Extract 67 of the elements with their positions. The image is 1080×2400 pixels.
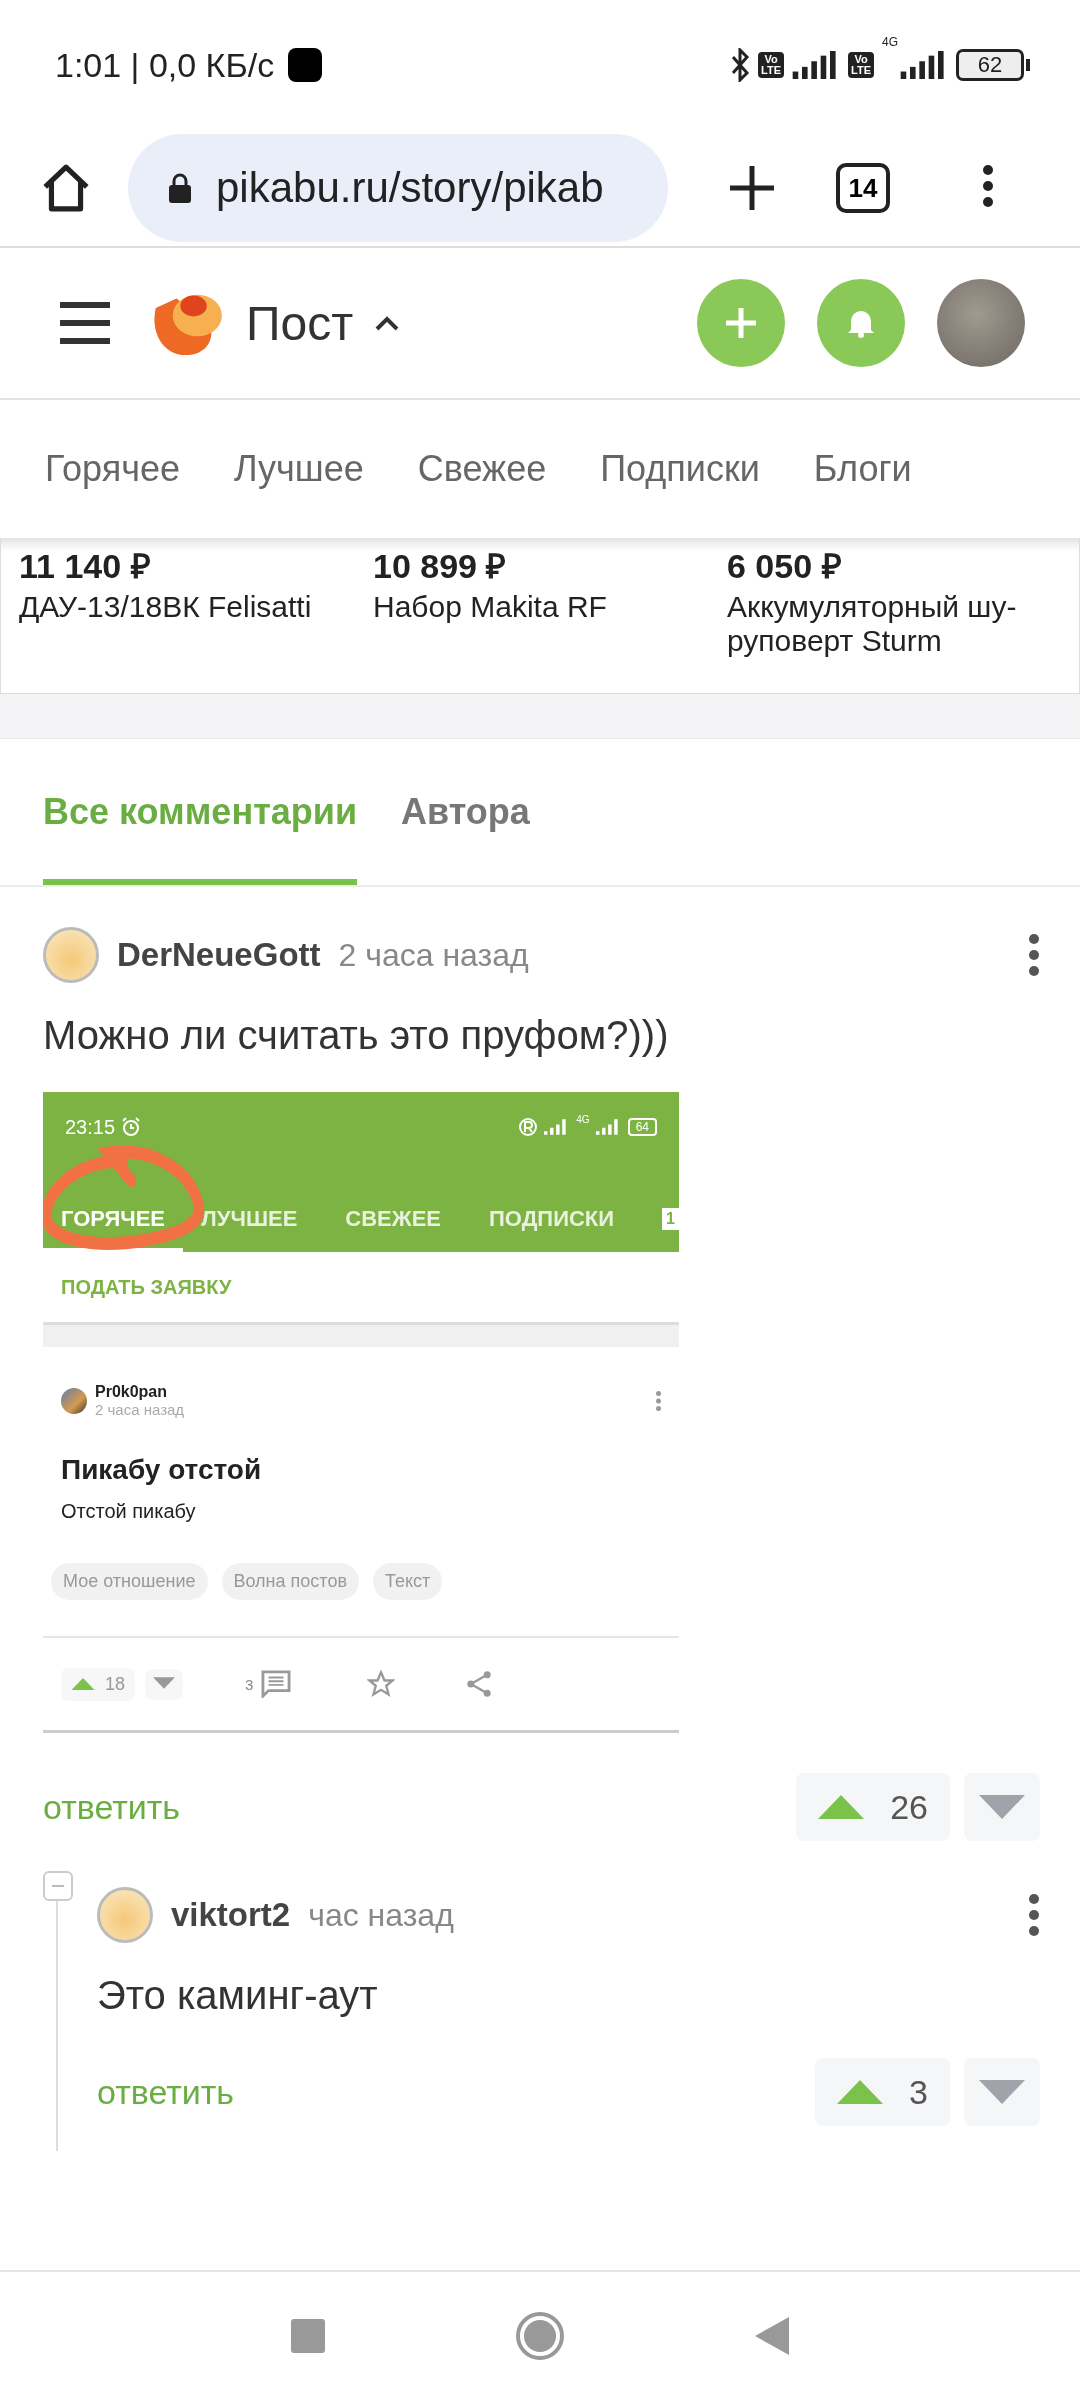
product-price[interactable]: 10 899 ₽ <box>373 542 709 588</box>
nav-tab[interactable]: Блоги <box>813 448 912 490</box>
product-price[interactable]: 11 140 ₽ <box>19 542 355 588</box>
alarm-icon <box>121 1117 142 1137</box>
minus-icon <box>52 1885 64 1887</box>
roaming-icon <box>518 1117 539 1137</box>
downvote-button[interactable] <box>964 2058 1040 2126</box>
nav-tab[interactable]: Горячее <box>45 448 181 490</box>
comments-tab[interactable]: Автора <box>401 739 530 885</box>
battery-icon: 64 <box>627 1118 657 1136</box>
upvote-button[interactable]: 26 <box>796 1773 950 1841</box>
address-bar[interactable]: pikabu.ru/story/pikab <box>128 134 668 242</box>
status-time: 23:15 <box>65 1115 116 1139</box>
volte-badge: Vo LTE <box>848 52 874 78</box>
upvote-button[interactable]: 3 <box>815 2058 950 2126</box>
network-type: 4G <box>576 1114 590 1125</box>
share-icon[interactable] <box>465 1670 494 1698</box>
network-type: 4G <box>882 35 898 49</box>
author-name[interactable]: DerNeueGott <box>117 936 321 974</box>
chevron-up-icon[interactable] <box>375 315 400 331</box>
menu-icon[interactable] <box>982 164 994 208</box>
back-icon[interactable] <box>755 2317 789 2355</box>
post-text: Отстой пикабу <box>61 1500 197 1523</box>
product-price[interactable]: 6 050 ₽ <box>727 542 1063 588</box>
plus-icon <box>726 308 756 338</box>
downvote-icon <box>979 1795 1025 1819</box>
avatar <box>61 1387 87 1414</box>
more-icon[interactable] <box>1028 1893 1040 1937</box>
nav-tab[interactable]: Подписки <box>600 448 760 490</box>
bell-icon <box>847 308 875 338</box>
comment-time: час назад <box>308 1896 455 1934</box>
record-icon <box>288 48 323 82</box>
comment-count: 3 <box>245 1675 254 1693</box>
avatar[interactable] <box>43 927 99 983</box>
count-badge: 1 <box>662 1208 679 1230</box>
volte-badge: Vo LTE <box>758 52 784 78</box>
downvote-icon <box>153 1676 176 1689</box>
tabs-button[interactable]: 14 <box>836 163 890 213</box>
collapse-button[interactable] <box>43 1871 73 1901</box>
downvote-button[interactable] <box>145 1668 184 1700</box>
downvote-icon <box>979 2080 1025 2104</box>
new-tab-icon[interactable] <box>730 166 774 210</box>
nav-tab[interactable]: Лучшее <box>234 448 364 490</box>
menu-icon[interactable] <box>60 301 110 345</box>
page-title[interactable]: Пост <box>246 295 354 351</box>
more-icon[interactable] <box>1028 933 1040 977</box>
nav-tab[interactable]: Свежее <box>417 448 547 490</box>
star-icon[interactable] <box>367 1670 396 1698</box>
comment-text: Это каминг-аут <box>97 1973 379 2018</box>
bluetooth-icon <box>730 48 751 82</box>
upvote-icon[interactable] <box>71 1677 95 1691</box>
post-time: 2 часа назад <box>95 1401 186 1418</box>
comment-icon[interactable] <box>261 1670 292 1698</box>
avatar[interactable] <box>97 1887 153 1943</box>
upvote-icon[interactable] <box>837 2080 884 2104</box>
product-name[interactable]: Аккумуляторный шу-руповерт Sturm <box>727 590 1057 658</box>
downvote-button[interactable] <box>964 1773 1040 1841</box>
lock-icon <box>168 173 192 203</box>
comment-text: Можно ли считать это пруфом?))) <box>43 1013 670 1058</box>
upvote-icon[interactable] <box>818 1795 865 1819</box>
product-name[interactable]: Набор Makita RF <box>373 590 703 624</box>
product-name[interactable]: ДАУ-13/18ВК Felisatti <box>19 590 349 624</box>
comment-time: 2 часа назад <box>338 936 530 974</box>
author-name[interactable]: Pr0k0pan <box>95 1383 648 1401</box>
status-time: 1:01 | 0,0 КБ/с <box>55 45 275 85</box>
post-title: Пикабу отстой <box>61 1454 263 1486</box>
author-name[interactable]: viktort2 <box>171 1896 291 1934</box>
